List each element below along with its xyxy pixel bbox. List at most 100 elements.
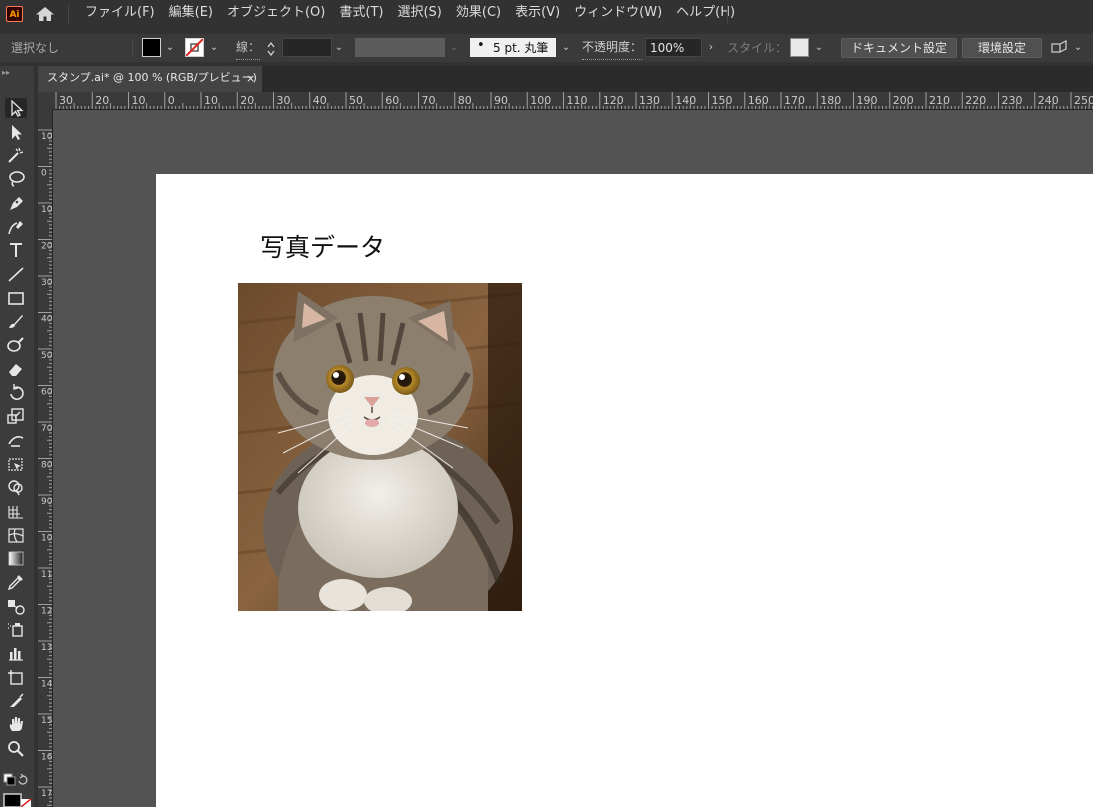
stroke-weight-input[interactable] <box>282 38 332 57</box>
perspective-grid-icon <box>8 505 23 519</box>
shaper-icon <box>7 337 24 352</box>
home-icon[interactable] <box>34 6 56 22</box>
menu-window[interactable]: ウィンドウ(W) <box>567 0 669 28</box>
scale-tool[interactable] <box>5 406 27 426</box>
fill-dropdown-chevron-icon[interactable]: ⌄ <box>164 39 176 57</box>
ruler-label: 250 <box>1074 94 1093 107</box>
tools-panel: ▸▸ <box>0 66 34 807</box>
eraser-tool[interactable] <box>5 359 27 379</box>
ruler-label: 90 <box>41 497 53 507</box>
ruler-label: 120 <box>603 94 624 107</box>
menu-view[interactable]: 表示(V) <box>508 0 567 28</box>
canvas-area[interactable]: 写真データ <box>53 110 1093 807</box>
lasso-tool[interactable] <box>5 169 27 189</box>
brush-chevron-icon[interactable]: ⌄ <box>560 39 572 57</box>
hand-tool[interactable] <box>5 714 27 734</box>
stroke-label[interactable]: 線： <box>236 35 261 60</box>
selection-tool[interactable] <box>5 98 27 118</box>
shape-builder-tool[interactable] <box>5 477 27 497</box>
ruler-label: 230 <box>1002 94 1023 107</box>
blend-icon <box>8 599 25 615</box>
arrange-chevron-icon[interactable]: ⌄ <box>1072 39 1084 57</box>
ruler-label: 210 <box>929 94 950 107</box>
horizontal-ruler[interactable]: 30 20 10 0 10 20 30 40 50 60 70 80 90 100 110 120 130 140… <box>38 92 1093 110</box>
menu-file[interactable]: ファイル(F) <box>78 0 162 28</box>
puppet-warp-icon <box>8 435 24 447</box>
selection-status: 選択なし <box>11 41 60 55</box>
menu-type[interactable]: 書式(T) <box>332 0 390 28</box>
close-icon[interactable]: × <box>246 66 255 91</box>
eyedropper-icon <box>7 575 23 591</box>
document-tab-bar: スタンプ.ai* @ 100 % (RGB/プレビュー) × <box>38 66 1093 92</box>
type-icon <box>10 243 22 258</box>
column-graph-tool[interactable] <box>5 643 27 663</box>
ruler-label: 50 <box>41 351 53 361</box>
fill-stroke-widget[interactable] <box>3 773 33 807</box>
stroke-weight-chevron-icon[interactable]: ⌄ <box>333 39 345 57</box>
artboard-tool[interactable] <box>5 667 27 687</box>
curvature-tool[interactable] <box>5 217 27 237</box>
ruler-label: 50 <box>349 94 363 107</box>
puppet-warp-tool[interactable] <box>5 430 27 450</box>
document-settings-button[interactable]: ドキュメント設定 <box>841 38 957 58</box>
rotate-tool[interactable] <box>5 382 27 402</box>
shaper-tool[interactable] <box>5 335 27 355</box>
document-tab-title: スタンプ.ai* @ 100 % (RGB/プレビュー) <box>47 71 257 84</box>
stroke-dropdown-chevron-icon[interactable]: ⌄ <box>208 39 220 57</box>
menu-help[interactable]: ヘルプ(H) <box>669 0 742 28</box>
type-tool[interactable] <box>5 240 27 260</box>
panel-collapse-icon[interactable]: ▸▸ <box>2 68 10 77</box>
arrange-documents-icon[interactable] <box>1051 40 1069 56</box>
fill-swatch[interactable] <box>142 38 161 57</box>
opacity-value: 100% <box>650 41 685 55</box>
paintbrush-tool[interactable] <box>5 311 27 331</box>
gradient-tool[interactable] <box>5 548 27 568</box>
document-tab[interactable]: スタンプ.ai* @ 100 % (RGB/プレビュー) × <box>38 66 262 92</box>
line-segment-tool[interactable] <box>5 264 27 284</box>
style-chevron-icon[interactable]: ⌄ <box>813 39 825 57</box>
menu-select[interactable]: 選択(S) <box>390 0 448 28</box>
profile-chevron-icon[interactable]: ⌄ <box>448 39 460 57</box>
pen-tool[interactable] <box>5 193 27 213</box>
brush-definition[interactable]: • 5 pt. 丸筆 <box>470 38 556 57</box>
preferences-button[interactable]: 環境設定 <box>962 38 1042 58</box>
symbol-sprayer-tool[interactable] <box>5 619 27 639</box>
ruler-label: 140 <box>675 94 696 107</box>
ruler-label: 70 <box>422 94 436 107</box>
magic-wand-tool[interactable] <box>5 145 27 165</box>
ruler-label: 160 <box>41 753 53 763</box>
free-transform-tool[interactable] <box>5 454 27 474</box>
mesh-tool[interactable] <box>5 525 27 545</box>
cat-photo[interactable] <box>238 283 522 611</box>
variable-width-profile[interactable] <box>355 38 445 57</box>
artboard[interactable]: 写真データ <box>156 174 1093 807</box>
ruler-origin[interactable] <box>38 92 53 110</box>
rotate-icon <box>10 384 24 401</box>
ruler-label: 240 <box>1038 94 1059 107</box>
vertical-ruler[interactable]: 1001020304050607080901001101201301401501… <box>38 110 53 807</box>
opacity-arrow-icon[interactable]: › <box>705 39 717 57</box>
selection-icon <box>11 99 24 117</box>
opacity-label[interactable]: 不透明度： <box>582 35 643 60</box>
ruler-label: 80 <box>41 461 53 471</box>
direct-selection-tool[interactable] <box>5 122 27 142</box>
menu-effect[interactable]: 効果(C) <box>449 0 508 28</box>
blend-tool[interactable] <box>5 596 27 616</box>
perspective-grid-tool[interactable] <box>5 501 27 521</box>
column-graph-icon <box>9 648 23 661</box>
slice-tool[interactable] <box>5 691 27 711</box>
stroke-swatch[interactable] <box>185 38 204 57</box>
artboard-heading-text[interactable]: 写真データ <box>260 228 385 264</box>
menu-object[interactable]: オブジェクト(O) <box>220 0 332 28</box>
ruler-label: 0 <box>168 94 175 107</box>
stroke-weight-stepper-icon[interactable] <box>265 40 277 58</box>
ruler-label: 60 <box>41 388 53 398</box>
slice-icon <box>10 693 24 707</box>
eyedropper-tool[interactable] <box>5 572 27 592</box>
rectangle-tool[interactable] <box>5 288 27 308</box>
menu-edit[interactable]: 編集(E) <box>162 0 220 28</box>
opacity-input[interactable]: 100% <box>645 38 702 57</box>
app-logo: Ai <box>6 6 23 22</box>
graphic-style-swatch[interactable] <box>790 38 809 57</box>
zoom-tool[interactable] <box>5 738 27 758</box>
